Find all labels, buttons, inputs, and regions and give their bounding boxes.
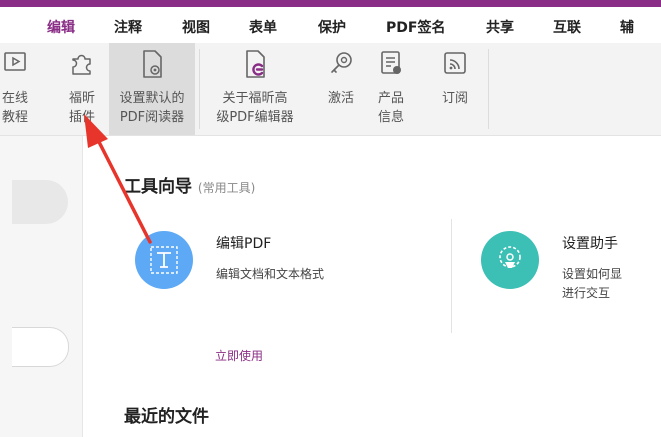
plugins-label: 福昕 插件 bbox=[68, 91, 95, 125]
menu-share[interactable]: 共享 bbox=[486, 17, 514, 37]
ribbon-divider bbox=[488, 49, 489, 129]
menu-bar: 编辑 注释 视图 表单 保护 PDF签名 共享 互联 辅 bbox=[0, 7, 661, 43]
menu-view[interactable]: 视图 bbox=[182, 17, 210, 37]
edit-pdf-icon[interactable] bbox=[135, 231, 193, 289]
set-default-reader-button[interactable]: 设置默认的 PDF阅读器 bbox=[109, 43, 195, 135]
ribbon-toolbar: 在线 教程 福昕 插件 设置默认的 PDF阅读器 关于福昕高 级PDF编辑器 激… bbox=[0, 43, 661, 136]
menu-form[interactable]: 表单 bbox=[249, 17, 277, 37]
menu-help[interactable]: 辅 bbox=[620, 17, 634, 37]
setup-assistant-description: 设置如何显 进行交互 bbox=[562, 267, 623, 300]
title-strip bbox=[0, 0, 661, 7]
left-panel-item[interactable] bbox=[12, 180, 68, 224]
set-default-reader-label: 设置默认的 PDF阅读器 bbox=[119, 91, 185, 125]
activate-button[interactable]: 激活 bbox=[318, 43, 364, 135]
product-info-button[interactable]: 产品 信息 bbox=[368, 43, 414, 135]
edit-pdf-description: 编辑文档和文本格式 bbox=[216, 267, 325, 281]
key-icon bbox=[327, 49, 355, 81]
use-now-link[interactable]: 立即使用 bbox=[215, 347, 263, 364]
puzzle-icon bbox=[68, 49, 96, 81]
product-info-label: 产品 信息 bbox=[377, 91, 404, 125]
menu-connect[interactable]: 互联 bbox=[553, 17, 581, 37]
setup-assistant-title[interactable]: 设置助手 bbox=[562, 233, 618, 253]
about-editor-button[interactable]: 关于福昕高 级PDF编辑器 bbox=[205, 43, 305, 135]
card-divider bbox=[451, 219, 452, 333]
foxit-document-icon bbox=[241, 49, 269, 83]
plugins-button[interactable]: 福昕 插件 bbox=[56, 43, 108, 135]
left-panel-item[interactable] bbox=[12, 327, 69, 367]
online-tutorial-label: 在线 教程 bbox=[1, 91, 28, 125]
play-icon bbox=[2, 49, 28, 79]
recent-files-heading: 最近的文件 bbox=[124, 407, 209, 427]
menu-edit[interactable]: 编辑 bbox=[47, 17, 75, 37]
edit-pdf-title[interactable]: 编辑PDF bbox=[216, 233, 271, 253]
rss-icon bbox=[441, 49, 469, 81]
settings-assistant-icon[interactable] bbox=[481, 231, 539, 289]
ribbon-divider bbox=[199, 49, 200, 129]
tool-guide-heading: 工具向导 (常用工具) bbox=[124, 172, 255, 197]
online-tutorial-button[interactable]: 在线 教程 bbox=[0, 43, 40, 135]
menu-pdf-sign[interactable]: PDF签名 bbox=[386, 17, 445, 37]
tool-guide-title: 工具向导 bbox=[124, 177, 192, 197]
document-info-icon bbox=[377, 49, 405, 81]
about-editor-label: 关于福昕高 级PDF编辑器 bbox=[216, 91, 294, 125]
tool-guide-subtitle: (常用工具) bbox=[197, 181, 256, 195]
subscribe-label: 订阅 bbox=[441, 91, 468, 106]
menu-comment[interactable]: 注释 bbox=[114, 17, 142, 37]
menu-protect[interactable]: 保护 bbox=[318, 17, 346, 37]
activate-label: 激活 bbox=[327, 91, 354, 106]
document-gear-icon bbox=[138, 49, 166, 83]
subscribe-button[interactable]: 订阅 bbox=[432, 43, 478, 135]
